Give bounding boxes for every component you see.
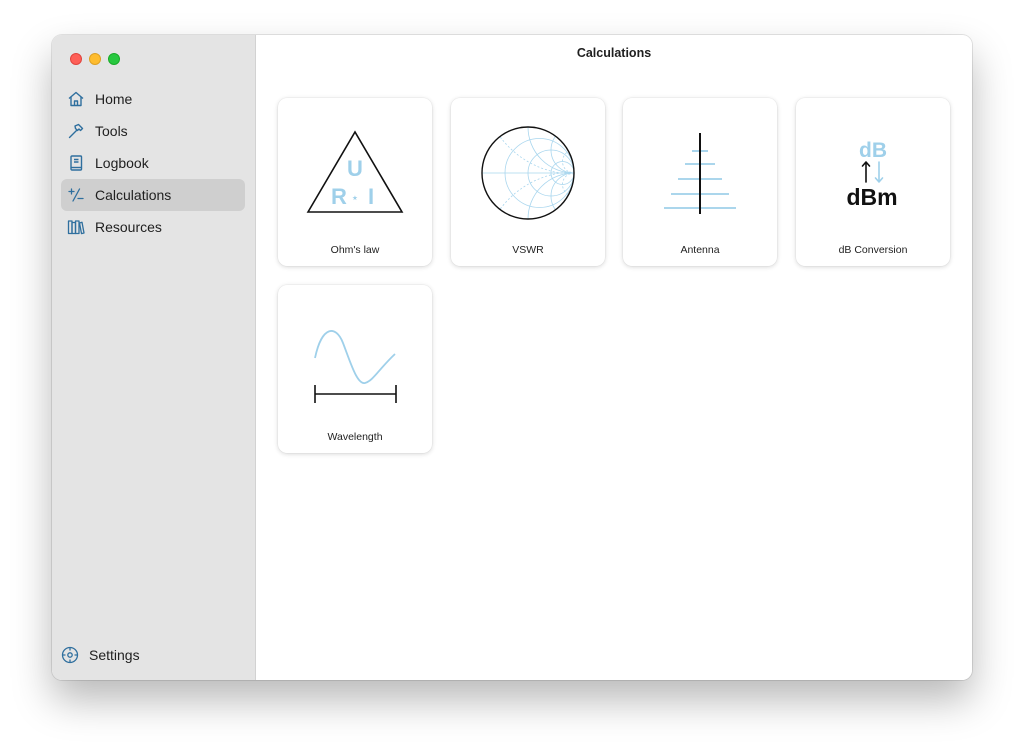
hammer-icon [67, 122, 85, 140]
main-content: Calculations U R ⋆ I Ohm's law VSWR Ante… [256, 35, 972, 680]
ohms-law-i: I [368, 184, 374, 209]
sidebar-nav: Home Tools Logbook Calculations Resource… [61, 83, 245, 243]
sidebar-item-label: Resources [95, 219, 162, 235]
card-antenna[interactable]: Antenna [623, 98, 777, 266]
minimize-button[interactable] [89, 53, 101, 65]
antenna-icon [664, 133, 736, 214]
card-label: Wavelength [327, 431, 383, 443]
card-vswr[interactable]: VSWR [451, 98, 605, 266]
db-conversion-icon: dB dBm [846, 139, 897, 210]
page-title: Calculations [576, 46, 652, 60]
card-ohms-law[interactable]: U R ⋆ I Ohm's law [278, 98, 432, 266]
swap-arrows-icon [861, 161, 884, 183]
card-wavelength[interactable]: Wavelength [278, 285, 432, 453]
plus-minus-icon [67, 186, 85, 204]
house-icon [67, 90, 85, 108]
app-window: Home Tools Logbook Calculations Resource… [52, 35, 972, 680]
card-label: Antenna [680, 244, 720, 256]
settings-label: Settings [89, 647, 140, 663]
book-icon [67, 154, 85, 172]
sidebar-item-logbook[interactable]: Logbook [61, 147, 245, 179]
card-label: VSWR [512, 244, 544, 256]
sidebar-item-tools[interactable]: Tools [61, 115, 245, 147]
db-conversion-db: dB [859, 139, 887, 162]
sidebar-item-label: Calculations [95, 187, 172, 203]
zoom-button[interactable] [108, 53, 120, 65]
smith-chart-icon [481, 126, 575, 220]
card-label: dB Conversion [838, 244, 908, 256]
books-icon [67, 218, 85, 236]
wavelength-icon [314, 330, 397, 403]
sidebar-item-home[interactable]: Home [61, 83, 245, 115]
sidebar: Home Tools Logbook Calculations Resource… [52, 35, 256, 680]
ohms-law-u: U [347, 156, 363, 181]
db-conversion-dbm: dBm [846, 184, 897, 210]
card-db-conversion[interactable]: dB dBm dB Conversion [796, 98, 950, 266]
ohms-law-star: ⋆ [351, 191, 359, 206]
sidebar-item-resources[interactable]: Resources [61, 211, 245, 243]
sidebar-item-label: Home [95, 91, 133, 107]
sidebar-item-label: Logbook [95, 155, 149, 171]
gear-icon [61, 646, 79, 664]
sidebar-item-calculations[interactable]: Calculations [61, 179, 245, 211]
card-label: Ohm's law [330, 244, 380, 256]
window-controls [70, 53, 120, 65]
sidebar-item-settings[interactable]: Settings [61, 642, 140, 668]
close-button[interactable] [70, 53, 82, 65]
sidebar-item-label: Tools [95, 123, 128, 139]
ohms-law-r: R [331, 184, 347, 209]
ohms-law-triangle-icon: U R ⋆ I [306, 130, 404, 213]
